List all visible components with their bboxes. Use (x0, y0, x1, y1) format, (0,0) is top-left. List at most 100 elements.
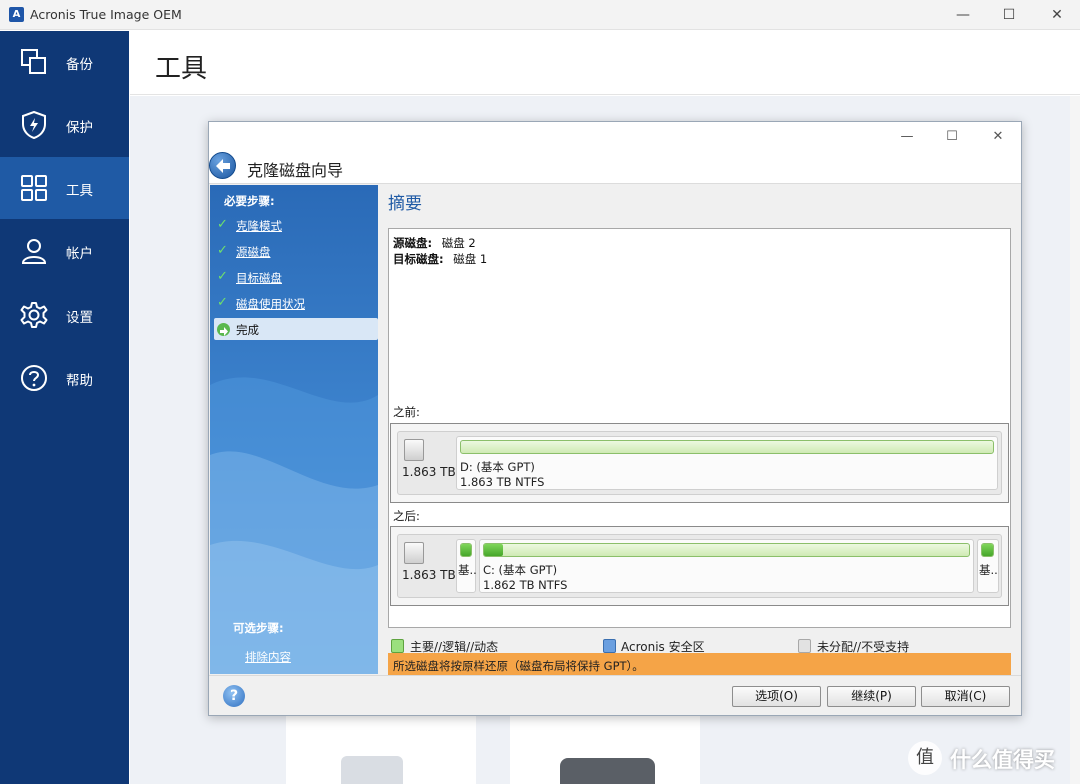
before-disk-panel: 1.863 TB D: (基本 GPT) 1.863 TB NTFS (390, 423, 1009, 503)
help-icon (21, 365, 47, 391)
step-target-disk[interactable]: ✓ 目标磁盘 (214, 266, 378, 288)
partition-usage-fill (484, 544, 503, 556)
partition-info: 1.863 TB NTFS (460, 475, 545, 489)
scrollbar[interactable] (1070, 96, 1080, 784)
step-source-disk[interactable]: ✓ 源磁盘 (214, 240, 378, 262)
sidebar-item-settings[interactable]: 设置 (0, 284, 129, 346)
step-label: 克隆模式 (236, 219, 282, 233)
partition-usage-fill (461, 544, 471, 556)
app-title: Acronis True Image OEM (30, 7, 182, 22)
disk-size: 1.863 TB (402, 465, 456, 479)
title-bar: A Acronis True Image OEM — ☐ ✕ (0, 0, 1080, 30)
source-disk-value: 磁盘 2 (441, 236, 476, 250)
checkmark-icon: ✓ (217, 295, 228, 310)
step-label: 目标磁盘 (236, 271, 282, 285)
partition-usage-fill (982, 544, 993, 556)
sidebar-item-tools[interactable]: 工具 (0, 157, 129, 219)
summary-box: 源磁盘: 磁盘 2 目标磁盘: 磁盘 1 之前: 1.863 TB D: (基本… (388, 228, 1011, 628)
partition-small-left[interactable]: 基... (456, 539, 476, 593)
step-label: 磁盘使用状况 (236, 297, 305, 311)
target-disk-value: 磁盘 1 (453, 252, 488, 266)
partition-usage-bar (460, 440, 994, 454)
sidebar-item-backup[interactable]: 备份 (0, 31, 129, 93)
dialog-title: 克隆磁盘向导 (247, 161, 344, 180)
step-finish[interactable]: 完成 (214, 318, 378, 340)
exclude-items-link[interactable]: 排除内容 (245, 649, 291, 665)
step-clone-mode[interactable]: ✓ 克隆模式 (214, 214, 378, 236)
sidebar-item-label: 保护 (66, 120, 93, 136)
partition-name: 基... (979, 563, 999, 577)
partition-info: 1.862 TB NTFS (483, 578, 568, 592)
disk-size: 1.863 TB (402, 568, 456, 582)
checkmark-icon: ✓ (217, 243, 228, 258)
optional-steps-label: 可选步骤: (233, 621, 284, 635)
sidebar-item-label: 工具 (66, 183, 93, 199)
partition-d[interactable]: D: (基本 GPT) 1.863 TB NTFS (456, 436, 998, 490)
sidebar-item-label: 备份 (66, 57, 93, 73)
page-title: 工具 (155, 54, 208, 84)
dialog-minimize-button[interactable]: — (887, 126, 927, 148)
acronis-logo-icon: A (9, 7, 24, 22)
partition-name: D: (基本 GPT) (460, 460, 535, 474)
watermark-logo: 值 (908, 741, 942, 775)
partition-usage-bar (460, 543, 472, 557)
current-step-arrow-icon (217, 323, 230, 336)
wizard-steps-panel: 必要步骤: ✓ 克隆模式 ✓ 源磁盘 ✓ 目标磁盘 ✓ 磁盘使用状况 完成 可选… (210, 185, 378, 674)
next-button[interactable]: 继续(P) (827, 686, 916, 707)
copy-icon (21, 49, 46, 74)
sidebar-item-help[interactable]: 帮助 (0, 347, 129, 409)
checkmark-icon: ✓ (217, 269, 228, 284)
shield-icon (22, 110, 46, 140)
options-button[interactable]: 选项(O) (732, 686, 821, 707)
notice-text: 所选磁盘将按原样还原（磁盘布局将保持 GPT）。 (393, 659, 644, 673)
sidebar-item-protection[interactable]: 保护 (0, 94, 129, 156)
back-button[interactable] (209, 152, 236, 179)
user-icon (21, 239, 47, 264)
checkmark-icon: ✓ (217, 217, 228, 232)
legend-primary-swatch (391, 639, 404, 653)
tool-card[interactable] (286, 714, 476, 784)
maximize-button[interactable]: ☐ (986, 0, 1032, 30)
after-label: 之后: (393, 509, 420, 523)
disk-map: 1.863 TB D: (基本 GPT) 1.863 TB NTFS (397, 431, 1002, 495)
step-disk-usage[interactable]: ✓ 磁盘使用状况 (214, 292, 378, 314)
step-label: 源磁盘 (236, 245, 271, 259)
summary-heading: 摘要 (388, 194, 422, 214)
partition-name: 基... (458, 563, 476, 577)
close-button[interactable]: ✕ (1034, 0, 1080, 30)
dialog-close-button[interactable]: ✕ (978, 126, 1018, 148)
sidebar-item-account[interactable]: 帐户 (0, 220, 129, 282)
toolbox-icon (560, 758, 655, 784)
dialog-maximize-button[interactable]: ☐ (932, 126, 972, 148)
help-icon[interactable]: ? (223, 685, 245, 707)
legend-unallocated-swatch (798, 639, 811, 653)
sidebar: 备份 保护 工具 帐户 设置 帮助 (0, 31, 129, 784)
sidebar-item-label: 帮助 (66, 373, 93, 389)
partition-c[interactable]: C: (基本 GPT) 1.862 TB NTFS (479, 539, 974, 593)
sidebar-item-label: 帐户 (66, 246, 93, 262)
legend-acronis-swatch (603, 639, 616, 653)
gear-icon (20, 302, 48, 328)
target-disk-key: 目标磁盘: (393, 252, 444, 266)
partition-name: C: (基本 GPT) (483, 563, 558, 577)
minimize-button[interactable]: — (940, 0, 986, 30)
required-steps-label: 必要步骤: (224, 194, 275, 208)
watermark-text: 什么值得买 (950, 748, 1055, 772)
cancel-button[interactable]: 取消(C) (921, 686, 1010, 707)
sidebar-item-label: 设置 (66, 310, 93, 326)
source-disk-key: 源磁盘: (393, 236, 433, 250)
target-disk-row: 目标磁盘: 磁盘 1 (393, 251, 487, 267)
dialog-footer: ? 选项(O) 继续(P) 取消(C) (209, 675, 1021, 715)
after-disk-panel: 1.863 TB 基... C: (基本 GPT) 1.862 TB NTFS (390, 526, 1009, 606)
page-header: 工具 (130, 31, 1080, 95)
before-label: 之前: (393, 405, 420, 419)
summary-content: 摘要 源磁盘: 磁盘 2 目标磁盘: 磁盘 1 之前: 1.863 TB D: … (379, 185, 1021, 678)
grid-icon (21, 175, 47, 201)
partition-usage-bar (483, 543, 970, 557)
disk-map: 1.863 TB 基... C: (基本 GPT) 1.862 TB NTFS (397, 534, 1002, 598)
partition-usage-bar (981, 543, 994, 557)
step-label: 完成 (236, 323, 259, 337)
disk-clone-icon (341, 756, 403, 784)
tool-card[interactable] (510, 714, 700, 784)
partition-small-right[interactable]: 基... (977, 539, 999, 593)
